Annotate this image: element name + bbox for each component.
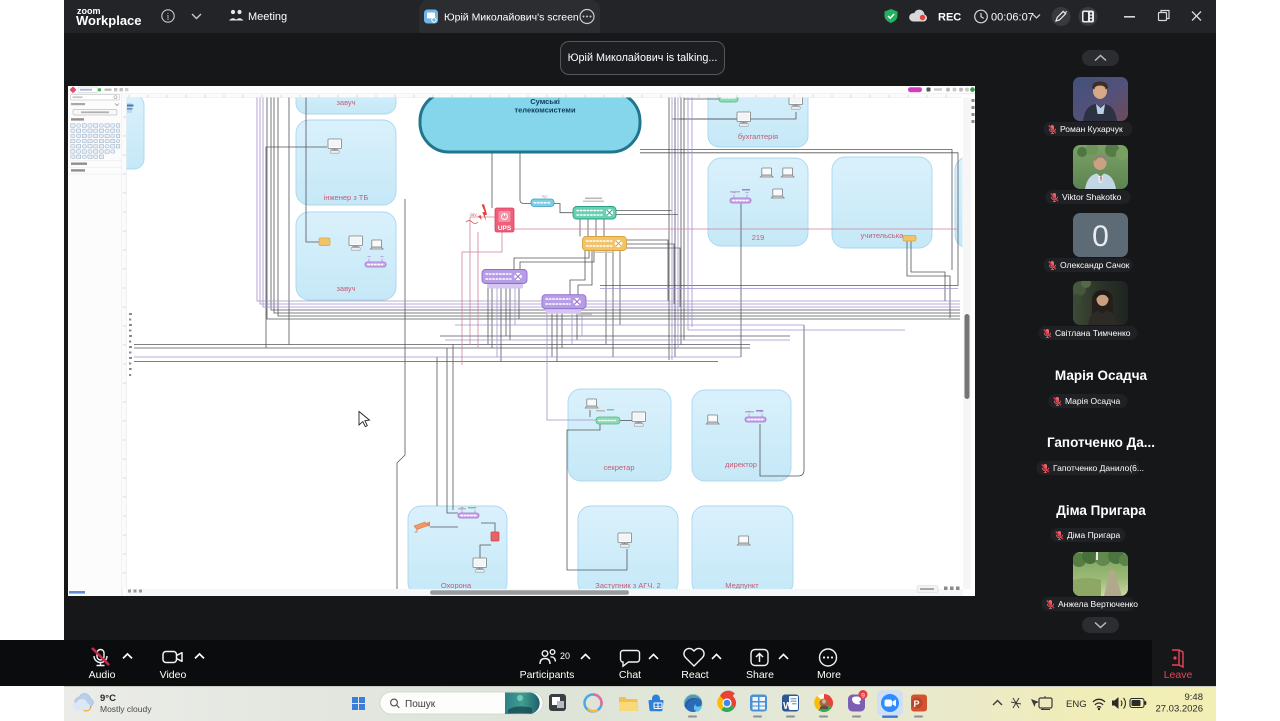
svg-text:9:48: 9:48 [1185, 692, 1204, 703]
svg-text:Анжела Вертюченко: Анжела Вертюченко [1058, 599, 1138, 609]
svg-text:ENG: ENG [1066, 699, 1087, 710]
svg-text:i: i [167, 12, 170, 22]
svg-text:0: 0 [1092, 220, 1109, 253]
svg-text:Workplace: Workplace [76, 13, 142, 28]
svg-text:Leave: Leave [1164, 669, 1193, 681]
svg-text:Світлана Тимченко: Світлана Тимченко [1055, 328, 1131, 338]
svg-text:Meeting: Meeting [248, 11, 287, 23]
svg-text:Олександр Сачок: Олександр Сачок [1060, 260, 1130, 270]
svg-text:W: W [783, 701, 793, 712]
svg-text:Марія Осадча: Марія Осадча [1055, 368, 1148, 383]
svg-text:Mostly cloudy: Mostly cloudy [100, 704, 152, 714]
svg-text:27.03.2026: 27.03.2026 [1155, 704, 1203, 715]
svg-text:Chat: Chat [619, 669, 641, 681]
svg-text:REC: REC [938, 12, 961, 24]
svg-text:Viktor Shakotko: Viktor Shakotko [1062, 192, 1122, 202]
svg-text:Share: Share [746, 669, 774, 681]
svg-text:React: React [681, 669, 709, 681]
svg-text:Діма Пригара: Діма Пригара [1056, 503, 1146, 518]
svg-text:Audio: Audio [89, 669, 116, 681]
svg-text:Пошук: Пошук [405, 699, 436, 710]
svg-text:Діма Пригара: Діма Пригара [1067, 530, 1121, 540]
svg-text:9°C: 9°C [100, 693, 116, 704]
svg-text:9: 9 [861, 693, 865, 700]
svg-text:More: More [817, 669, 841, 681]
svg-text:Марія Осадча: Марія Осадча [1065, 396, 1120, 406]
svg-text:Video: Video [160, 669, 187, 681]
svg-text:Гапотченко Да...: Гапотченко Да... [1047, 435, 1155, 450]
svg-text:00:06:07: 00:06:07 [991, 12, 1034, 24]
svg-text:P: P [914, 699, 920, 709]
svg-text:Роман Кухарчук: Роман Кухарчук [1060, 124, 1123, 134]
svg-text:Юрій Миколайович's screen: Юрій Миколайович's screen [444, 12, 579, 24]
svg-text:20: 20 [560, 651, 570, 661]
svg-text:Participants: Participants [520, 669, 575, 681]
svg-text:Гапотченко Данило(6...: Гапотченко Данило(6... [1053, 463, 1144, 473]
